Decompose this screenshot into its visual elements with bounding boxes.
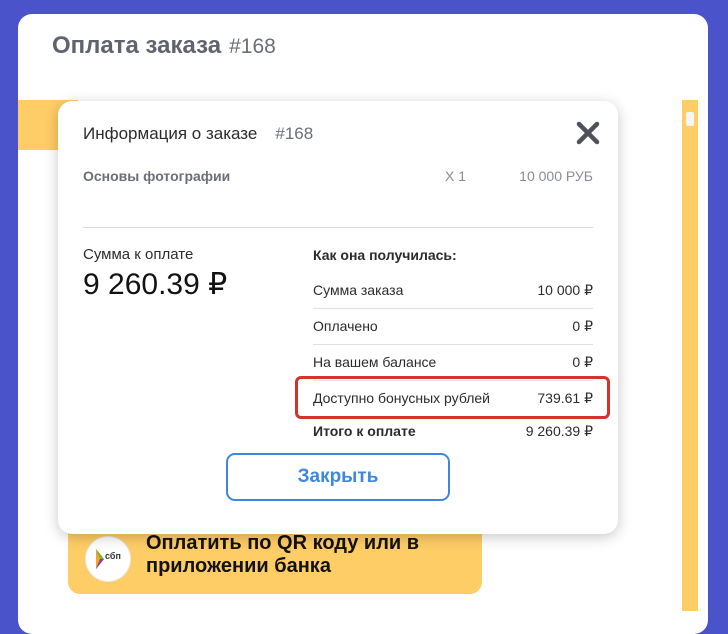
breakdown-row-total: Итого к оплате 9 260.39 ₽ bbox=[313, 416, 593, 446]
breakdown-label: Итого к оплате bbox=[313, 423, 416, 439]
scrollbar-track[interactable] bbox=[682, 100, 698, 611]
modal-order-number: #168 bbox=[275, 124, 314, 143]
close-icon-graphic bbox=[576, 121, 600, 145]
close-icon[interactable] bbox=[575, 120, 601, 146]
breakdown-value: 10 000 ₽ bbox=[537, 282, 593, 298]
breakdown-title: Как она получилась: bbox=[313, 247, 457, 263]
sbp-logo-text: сбп bbox=[105, 551, 121, 561]
order-item-price: 10 000 РУБ bbox=[519, 168, 593, 184]
bonus-highlight-box bbox=[295, 376, 610, 419]
close-button[interactable]: Закрыть bbox=[226, 453, 450, 501]
divider bbox=[83, 227, 593, 228]
order-item-row: Основы фотографии X 1 10 000 РУБ bbox=[83, 168, 593, 188]
breakdown-label: На вашем балансе bbox=[313, 354, 437, 370]
breakdown-value: 9 260.39 ₽ bbox=[525, 423, 593, 439]
order-info-modal: Информация о заказе #168 Основы фотографи… bbox=[58, 101, 618, 534]
modal-title: Информация о заказе #168 bbox=[83, 124, 313, 144]
order-item-qty: X 1 bbox=[445, 168, 467, 184]
order-item-name: Основы фотографии bbox=[83, 168, 231, 184]
modal-title-text: Информация о заказе bbox=[83, 124, 258, 143]
breakdown-label: Оплачено bbox=[313, 318, 378, 334]
page-order-number: #168 bbox=[229, 35, 276, 58]
sum-label: Сумма к оплате bbox=[83, 246, 194, 263]
breakdown-label: Сумма заказа bbox=[313, 282, 404, 298]
page-title: Оплата заказа #168 bbox=[52, 32, 276, 60]
breakdown-value: 0 ₽ bbox=[572, 318, 593, 334]
breakdown-row-paid: Оплачено 0 ₽ bbox=[313, 309, 593, 345]
breakdown-value: 0 ₽ bbox=[572, 354, 593, 370]
sum-value: 9 260.39 ₽ bbox=[83, 268, 228, 301]
pay-qr-label: Оплатить по QR коду или в приложении бан… bbox=[146, 532, 420, 577]
scrollbar-thumb[interactable] bbox=[686, 112, 694, 126]
breakdown-row-order-sum: Сумма заказа 10 000 ₽ bbox=[313, 273, 593, 309]
page-title-text: Оплата заказа bbox=[52, 32, 222, 59]
